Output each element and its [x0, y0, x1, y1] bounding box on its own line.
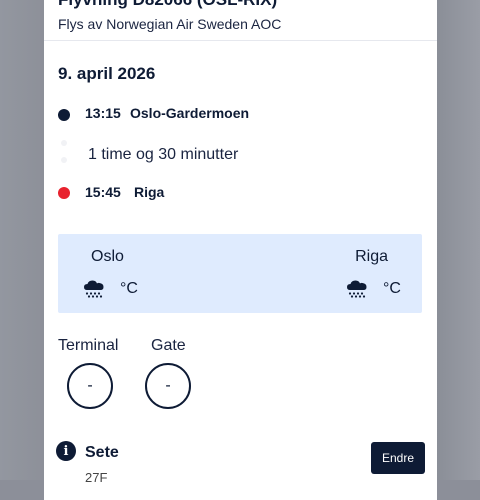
flight-details-card: Flyvning D82066 (OSL-RIX) Flys av Norweg…	[44, 0, 437, 500]
info-icon: i	[56, 441, 76, 461]
arrival-dot-icon	[58, 187, 70, 199]
arrival-time: 15:45	[85, 184, 121, 200]
timeline-dot	[61, 157, 67, 163]
flight-duration: 1 time og 30 minutter	[88, 146, 239, 163]
flight-date: 9. april 2026	[58, 64, 156, 83]
timeline-dot	[61, 140, 67, 146]
flight-title: Flyvning D82066 (OSL-RIX)	[58, 0, 277, 10]
weather-origin-city: Oslo	[91, 248, 124, 265]
cloud-snow-icon	[84, 280, 104, 298]
operator-text: Flys av Norwegian Air Sweden AOC	[58, 16, 282, 32]
weather-destination-temp: °C	[383, 280, 401, 297]
gate-label: Gate	[151, 337, 186, 354]
background-right	[436, 0, 480, 480]
departure-dot-icon	[58, 109, 70, 121]
terminal-value: -	[67, 363, 113, 409]
divider	[44, 40, 437, 41]
weather-origin-temp: °C	[120, 280, 138, 297]
change-seat-button[interactable]: Endre	[371, 442, 425, 474]
departure-time: 13:15	[85, 105, 121, 121]
terminal-label: Terminal	[58, 337, 119, 354]
seat-value: 27F	[85, 470, 108, 485]
arrival-airport: Riga	[134, 184, 165, 200]
seat-label: Sete	[85, 444, 119, 461]
weather-destination-city: Riga	[355, 248, 388, 265]
background-left	[0, 0, 44, 480]
gate-value: -	[145, 363, 191, 409]
weather-panel: Oslo Riga °C °C	[58, 234, 422, 313]
departure-airport: Oslo-Gardermoen	[130, 105, 250, 121]
cloud-snow-icon	[347, 280, 367, 298]
